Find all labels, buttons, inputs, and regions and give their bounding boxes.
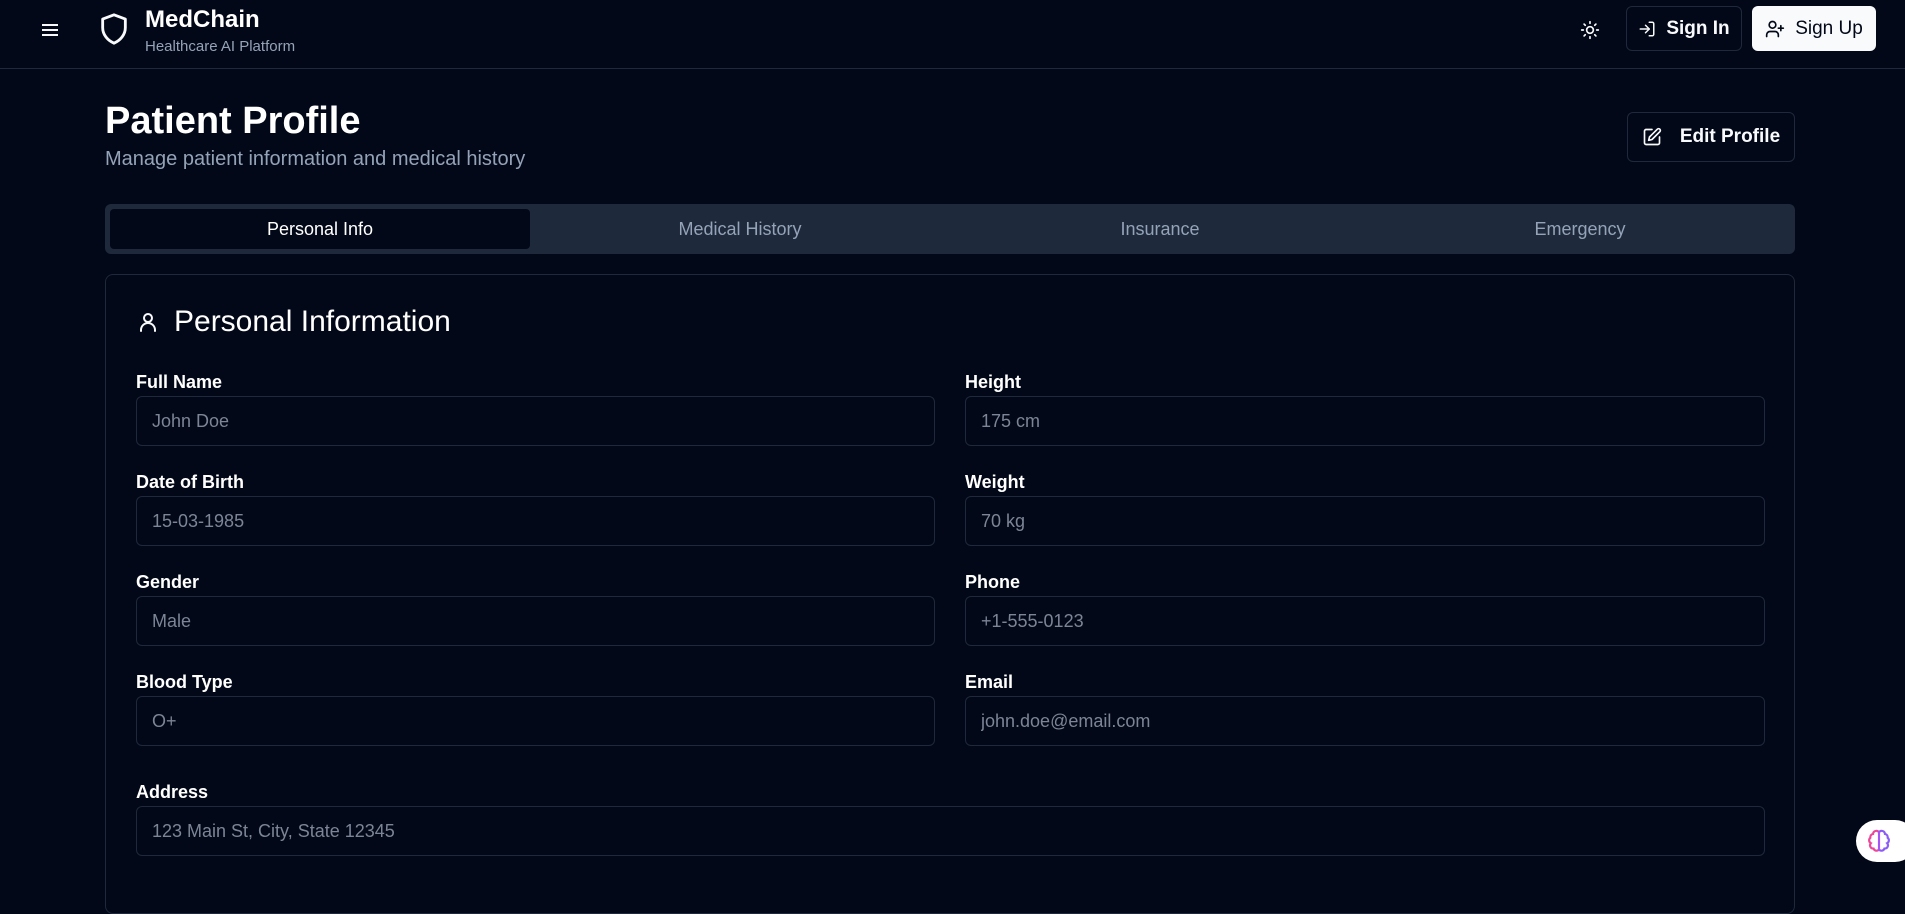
blood-type-label: Blood Type (136, 672, 233, 692)
page-title: Patient Profile (105, 100, 361, 142)
theme-toggle-button[interactable] (1578, 18, 1602, 42)
brand-name[interactable]: MedChain (145, 6, 260, 34)
edit-icon (1643, 127, 1661, 146)
top-navbar: MedChain Healthcare AI Platform Sign In … (0, 0, 1905, 69)
sign-in-button[interactable]: Sign In (1626, 6, 1742, 51)
tab-personal-info[interactable]: Personal Info (110, 209, 530, 249)
tab-emergency[interactable]: Emergency (1370, 209, 1790, 249)
phone-input[interactable] (965, 596, 1765, 646)
address-label: Address (136, 782, 209, 802)
user-icon (140, 313, 156, 332)
edit-profile-button[interactable]: Edit Profile (1627, 112, 1795, 162)
sign-up-label: Sign Up (1795, 17, 1863, 39)
phone-label: Phone (965, 572, 1021, 592)
sign-in-label: Sign In (1666, 17, 1730, 39)
brain-icon (1868, 829, 1890, 852)
blood-type-input[interactable] (136, 696, 935, 746)
brand-tagline: Healthcare AI Platform (145, 38, 296, 55)
full-name-input[interactable] (136, 396, 935, 446)
gender-input[interactable] (136, 596, 935, 646)
sign-up-button[interactable]: Sign Up (1752, 6, 1876, 51)
height-input[interactable] (965, 396, 1765, 446)
menu-button[interactable] (38, 18, 62, 42)
full-name-label: Full Name (136, 372, 223, 392)
weight-input[interactable] (965, 496, 1765, 546)
dob-label: Date of Birth (136, 472, 244, 492)
height-label: Height (965, 372, 1021, 392)
tab-medical-history[interactable]: Medical History (530, 209, 950, 249)
shield-icon (101, 13, 127, 45)
sun-icon (1580, 20, 1600, 40)
tab-insurance[interactable]: Insurance (950, 209, 1370, 249)
gender-label: Gender (136, 572, 200, 592)
page-subtitle: Manage patient information and medical h… (105, 148, 526, 170)
weight-label: Weight (965, 472, 1025, 492)
log-in-icon (1639, 21, 1655, 36)
personal-information-card: Personal Information Full Name Height Da… (105, 274, 1795, 914)
email-input[interactable] (965, 696, 1765, 746)
dob-input[interactable] (136, 496, 935, 546)
ai-assistant-button[interactable] (1856, 820, 1905, 862)
email-label: Email (965, 672, 1014, 692)
card-header: Personal Information (136, 305, 451, 339)
menu-icon (42, 24, 58, 36)
card-title: Personal Information (174, 305, 451, 338)
user-plus-icon (1766, 20, 1785, 37)
profile-tabs: Personal Info Medical History Insurance … (105, 204, 1795, 254)
address-input[interactable] (136, 806, 1765, 856)
edit-profile-label: Edit Profile (1679, 126, 1781, 147)
